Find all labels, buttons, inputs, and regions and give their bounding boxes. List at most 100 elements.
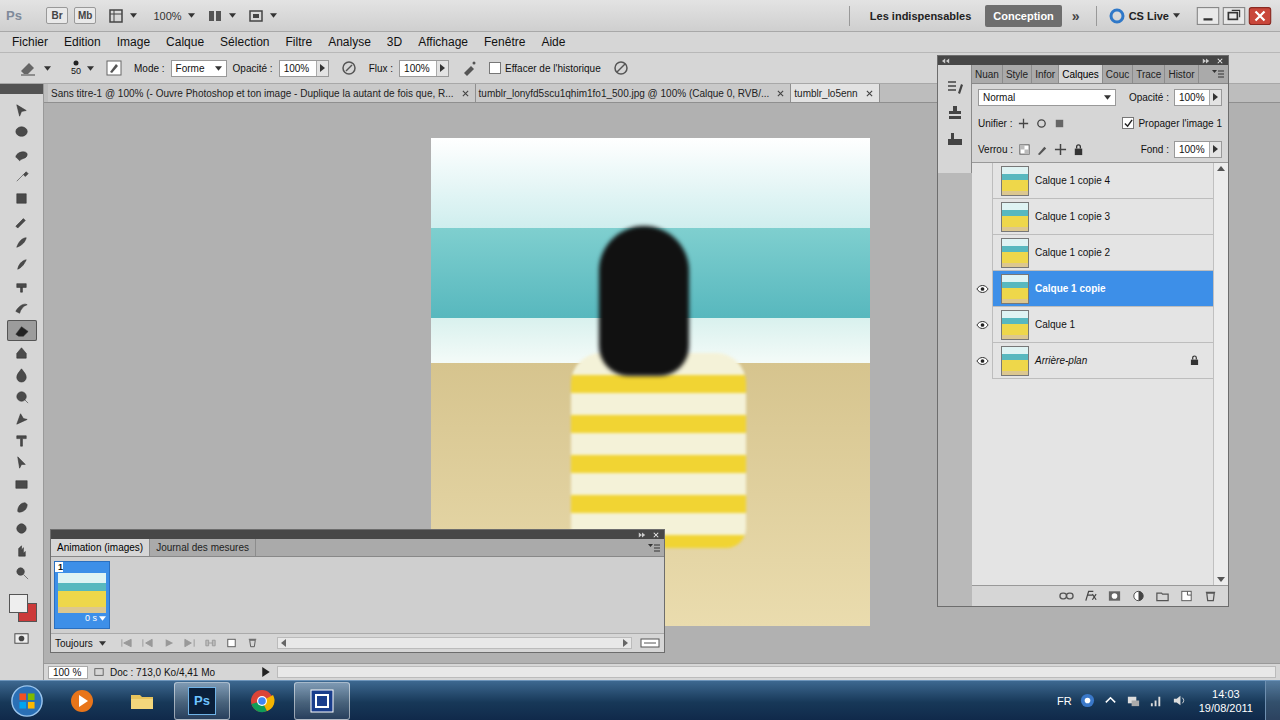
panel-menu-icon[interactable] bbox=[1212, 70, 1224, 78]
panel-collapse-bar[interactable] bbox=[938, 56, 1228, 65]
tool-button[interactable] bbox=[7, 276, 37, 297]
tool-button[interactable] bbox=[7, 342, 37, 363]
unify-style-icon[interactable] bbox=[1053, 117, 1066, 130]
taskbar-app-button[interactable] bbox=[54, 682, 110, 720]
tool-button[interactable] bbox=[7, 144, 37, 165]
layer-row[interactable]: Arrière-plan bbox=[972, 343, 1213, 379]
scroll-left-icon[interactable] bbox=[281, 639, 286, 647]
layer-visibility-toggle[interactable] bbox=[972, 271, 993, 307]
lock-all-icon[interactable] bbox=[1072, 143, 1085, 156]
panel-tab[interactable]: Animation (images) bbox=[51, 539, 150, 556]
arrange-documents-icon[interactable] bbox=[207, 8, 223, 24]
panel-tab[interactable]: Nuan bbox=[972, 65, 1003, 83]
lock-position-icon[interactable] bbox=[1054, 143, 1067, 156]
scroll-up-icon[interactable] bbox=[1217, 166, 1225, 171]
delete-frame-icon[interactable] bbox=[246, 638, 259, 648]
lock-pixels-icon[interactable] bbox=[1036, 143, 1049, 156]
expand-panels-icon[interactable] bbox=[942, 58, 950, 64]
layer-row[interactable]: Calque 1 copie 3 bbox=[972, 199, 1213, 235]
tool-button[interactable] bbox=[7, 452, 37, 473]
lock-transparency-icon[interactable] bbox=[1018, 143, 1031, 156]
adjustment-layer-icon[interactable] bbox=[1131, 590, 1146, 602]
screen-mode-icon[interactable] bbox=[248, 8, 264, 24]
tool-button[interactable] bbox=[7, 320, 37, 341]
taskbar-app-button[interactable]: Ps bbox=[174, 682, 230, 720]
clone-source-icon[interactable] bbox=[945, 103, 965, 123]
layer-opacity-field[interactable]: 100% bbox=[1174, 89, 1222, 106]
dropdown-caret-icon[interactable] bbox=[270, 13, 277, 18]
foreground-color-swatch[interactable] bbox=[9, 594, 28, 613]
workspace-button[interactable]: Les indispensables bbox=[862, 5, 979, 27]
quick-mask-button[interactable] bbox=[7, 628, 37, 649]
vertical-scrollbar[interactable] bbox=[1213, 163, 1228, 585]
menu-item[interactable]: Fenêtre bbox=[476, 33, 533, 51]
close-tab-icon[interactable] bbox=[462, 90, 469, 97]
tween-icon[interactable] bbox=[204, 638, 217, 648]
erase-history-checkbox[interactable]: Effacer de l'historique bbox=[489, 62, 601, 74]
mode-select[interactable]: Forme bbox=[171, 60, 227, 77]
panel-collapse-bar[interactable] bbox=[51, 530, 664, 539]
view-extras-icon[interactable] bbox=[108, 8, 124, 24]
layer-visibility-toggle[interactable] bbox=[972, 343, 993, 379]
horizontal-scrollbar[interactable] bbox=[277, 637, 632, 649]
layer-style-icon[interactable] bbox=[1083, 590, 1098, 602]
zoom-field[interactable]: 100 % bbox=[48, 666, 88, 679]
tool-button[interactable] bbox=[7, 254, 37, 275]
tool-button[interactable] bbox=[7, 540, 37, 561]
start-button[interactable] bbox=[4, 684, 50, 718]
next-frame-icon[interactable] bbox=[183, 638, 196, 648]
frame-delay-select[interactable]: 0 s bbox=[85, 613, 109, 623]
new-group-icon[interactable] bbox=[1155, 590, 1170, 602]
panel-tab[interactable]: Style bbox=[1003, 65, 1032, 83]
close-tab-icon[interactable] bbox=[866, 90, 873, 97]
close-icon[interactable] bbox=[1248, 7, 1272, 25]
blend-mode-select[interactable]: Normal bbox=[978, 89, 1116, 106]
tool-button[interactable] bbox=[7, 100, 37, 121]
tool-button[interactable] bbox=[7, 364, 37, 385]
dropdown-caret-icon[interactable] bbox=[87, 66, 94, 71]
timeline-mode-icon[interactable] bbox=[640, 638, 660, 648]
tool-button[interactable] bbox=[7, 408, 37, 429]
menu-item[interactable]: Analyse bbox=[320, 33, 379, 51]
panel-tab[interactable]: Calques bbox=[1059, 65, 1103, 83]
panel-tab[interactable]: Trace bbox=[1133, 65, 1165, 83]
duplicate-frame-icon[interactable] bbox=[225, 638, 238, 648]
first-frame-icon[interactable] bbox=[120, 638, 133, 648]
tool-button[interactable] bbox=[7, 562, 37, 583]
document-tab[interactable]: Sans titre-1 @ 100% (- Ouvre Photoshop e… bbox=[48, 84, 476, 102]
tool-button[interactable] bbox=[7, 298, 37, 319]
workspace-button[interactable]: Conception bbox=[985, 5, 1062, 27]
animation-frame[interactable]: 10 s bbox=[54, 561, 110, 629]
airbrush-icon[interactable] bbox=[461, 60, 477, 76]
tool-button[interactable] bbox=[7, 232, 37, 253]
menu-item[interactable]: Fichier bbox=[4, 33, 56, 51]
new-layer-icon[interactable] bbox=[1179, 590, 1194, 602]
menu-item[interactable]: Aide bbox=[533, 33, 573, 51]
play-icon[interactable] bbox=[162, 638, 175, 648]
layer-row[interactable]: Calque 1 bbox=[972, 307, 1213, 343]
unify-position-icon[interactable] bbox=[1017, 117, 1030, 130]
language-indicator[interactable]: FR bbox=[1057, 695, 1072, 707]
taskbar-app-button[interactable] bbox=[234, 682, 290, 720]
help-icon[interactable] bbox=[1080, 693, 1095, 708]
tool-button[interactable] bbox=[7, 496, 37, 517]
restore-icon[interactable] bbox=[1222, 7, 1246, 25]
bridge-button[interactable]: Mb bbox=[74, 7, 96, 24]
panel-menu-icon[interactable] bbox=[648, 544, 660, 552]
clock[interactable]: 14:0319/08/2011 bbox=[1195, 687, 1257, 715]
brush-panel-icon[interactable] bbox=[945, 77, 965, 97]
flow-field[interactable]: 100% bbox=[399, 60, 449, 77]
panel-tab[interactable]: Couc bbox=[1103, 65, 1133, 83]
tool-button[interactable] bbox=[7, 430, 37, 451]
layer-visibility-toggle[interactable] bbox=[972, 199, 993, 235]
link-layers-icon[interactable] bbox=[1059, 590, 1074, 602]
brush-preset-picker[interactable]: 50 bbox=[71, 60, 81, 76]
unify-visibility-icon[interactable] bbox=[1035, 117, 1048, 130]
taskbar-app-button[interactable] bbox=[114, 682, 170, 720]
more-workspaces-button[interactable]: » bbox=[1068, 8, 1084, 24]
tablet-pressure-icon[interactable] bbox=[613, 60, 629, 76]
zoom-select[interactable]: 100% bbox=[153, 10, 194, 22]
layer-row[interactable]: Calque 1 copie 2 bbox=[972, 235, 1213, 271]
panel-tab[interactable]: Infor bbox=[1032, 65, 1059, 83]
document-tab[interactable]: tumblr_lo5enn bbox=[791, 84, 879, 102]
